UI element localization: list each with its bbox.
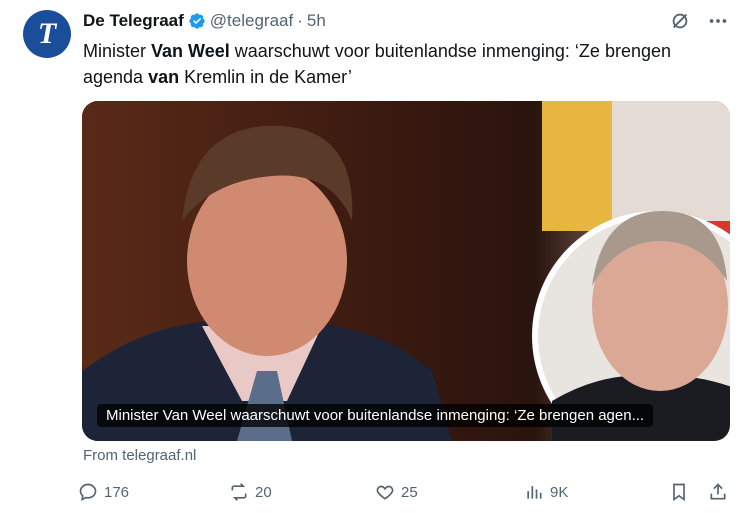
tweet-text: Minister Van Weel waarschuwt voor buiten… bbox=[83, 38, 723, 90]
grok-icon[interactable] bbox=[669, 10, 691, 32]
reply-button[interactable]: 176 bbox=[78, 482, 129, 502]
link-source[interactable]: From telegraaf.nl bbox=[83, 447, 196, 464]
author-avatar[interactable]: T bbox=[23, 10, 71, 58]
separator-dot: · bbox=[297, 11, 303, 30]
tweet-top-actions bbox=[669, 10, 729, 32]
share-button[interactable] bbox=[708, 482, 728, 502]
like-button[interactable]: 25 bbox=[375, 482, 418, 502]
author-handle[interactable]: @telegraaf bbox=[210, 11, 293, 31]
tweet-text-part: Kremlin in de Kamer’ bbox=[179, 67, 352, 87]
repost-button[interactable]: 20 bbox=[229, 482, 272, 502]
media-card[interactable]: Minister Van Weel waarschuwt voor buiten… bbox=[82, 101, 730, 441]
tweet-actions: 176 20 25 9K bbox=[78, 482, 734, 506]
views-count: 9K bbox=[550, 483, 569, 501]
views-button[interactable]: 9K bbox=[524, 482, 568, 502]
share-icon bbox=[710, 483, 726, 500]
tweet-header: De Telegraaf @telegraaf · 5h bbox=[83, 9, 326, 33]
timestamp[interactable]: 5h bbox=[307, 11, 326, 31]
media-caption: Minister Van Weel waarschuwt voor buiten… bbox=[97, 404, 654, 427]
repost-count: 20 bbox=[255, 483, 272, 501]
verified-badge-icon bbox=[189, 13, 205, 29]
views-icon bbox=[527, 486, 542, 499]
reply-count: 176 bbox=[104, 483, 130, 501]
avatar-letter: T bbox=[37, 17, 57, 50]
like-icon bbox=[376, 485, 394, 500]
tweet-text-bold: van bbox=[148, 67, 180, 87]
more-icon[interactable] bbox=[707, 10, 729, 32]
media-image bbox=[82, 101, 730, 441]
tweet-text-part: Minister bbox=[83, 41, 152, 61]
tweet-text-bold: Van Weel bbox=[151, 41, 230, 61]
author-name[interactable]: De Telegraaf bbox=[83, 11, 184, 31]
reply-icon bbox=[79, 483, 97, 502]
repost-icon bbox=[231, 483, 247, 501]
like-count: 25 bbox=[401, 483, 418, 501]
bookmark-button[interactable] bbox=[669, 482, 689, 502]
bookmark-icon bbox=[673, 483, 685, 502]
